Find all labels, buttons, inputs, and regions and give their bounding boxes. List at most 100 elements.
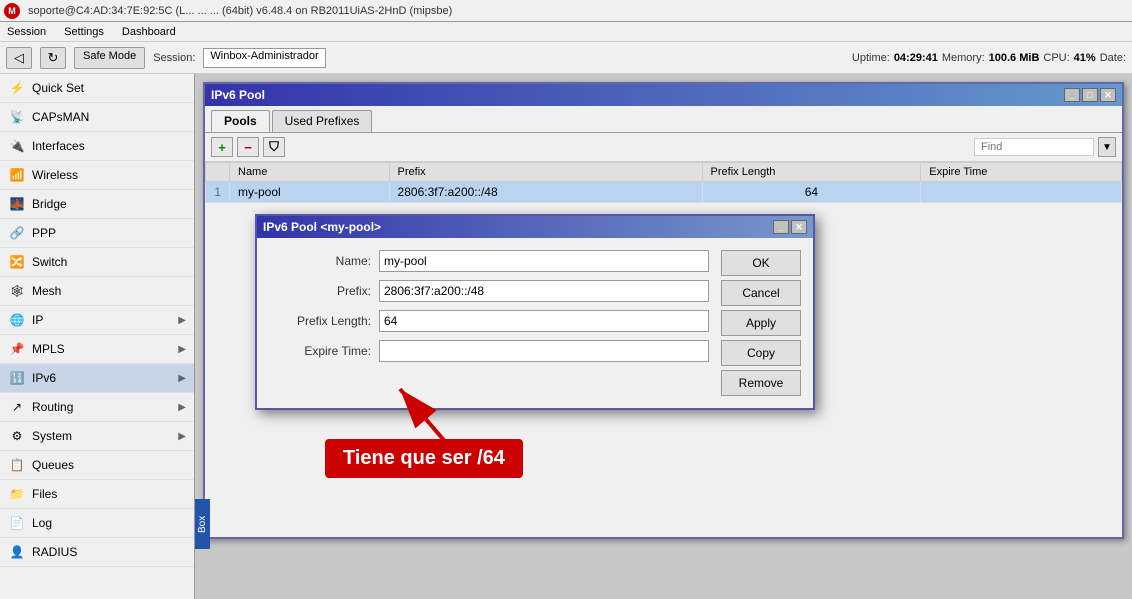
- uptime-label: Uptime:: [852, 52, 890, 64]
- content-area: IPv6 Pool _ □ ✕ Pools Used Prefixes + − …: [195, 74, 1132, 599]
- field-row-name: Name:: [269, 250, 709, 272]
- sidebar-item-label: Queues: [32, 458, 74, 472]
- menu-dashboard[interactable]: Dashboard: [119, 25, 179, 39]
- files-icon: 📁: [8, 485, 26, 503]
- mesh-icon: 🕸: [8, 282, 26, 300]
- menu-settings[interactable]: Settings: [61, 25, 107, 39]
- sidebar-item-ipv6[interactable]: 🔢 IPv6 ▶: [0, 364, 194, 393]
- session-label: Session:: [153, 52, 195, 64]
- prefix-length-label: Prefix Length:: [269, 314, 379, 328]
- mpls-arrow: ▶: [178, 344, 186, 355]
- back-button[interactable]: ◁: [6, 47, 32, 69]
- ok-button[interactable]: OK: [721, 250, 801, 276]
- sidebar-item-label: Switch: [32, 255, 67, 269]
- sidebar-item-label: IP: [32, 313, 43, 327]
- top-bar: M soporte@C4:AD:34:7E:92:5C (L... ... ..…: [0, 0, 1132, 22]
- field-row-prefix: Prefix:: [269, 280, 709, 302]
- radius-icon: 👤: [8, 543, 26, 561]
- mpls-icon: 📌: [8, 340, 26, 358]
- name-input[interactable]: [379, 250, 709, 272]
- capsman-icon: 📡: [8, 108, 26, 126]
- sidebar-item-label: System: [32, 429, 72, 443]
- app-logo: M: [4, 3, 20, 19]
- safe-mode-button[interactable]: Safe Mode: [74, 47, 145, 69]
- ipv6-dialog: IPv6 Pool <my-pool> _ ✕ Name: Prefix:: [255, 214, 815, 410]
- sidebar-item-label: CAPsMAN: [32, 110, 89, 124]
- sidebar-item-mpls[interactable]: 📌 MPLS ▶: [0, 335, 194, 364]
- queues-icon: 📋: [8, 456, 26, 474]
- routing-arrow: ▶: [178, 402, 186, 413]
- field-row-prefix-length: Prefix Length:: [269, 310, 709, 332]
- sidebar-item-bridge[interactable]: 🌉 Bridge: [0, 190, 194, 219]
- ipv6-arrow: ▶: [178, 373, 186, 384]
- sidebar-item-label: PPP: [32, 226, 56, 240]
- annotation-label: Tiene que ser /64: [325, 439, 523, 478]
- expire-time-input[interactable]: [379, 340, 709, 362]
- cpu-label: CPU:: [1043, 52, 1069, 64]
- bridge-icon: 🌉: [8, 195, 26, 213]
- sidebar-item-ip[interactable]: 🌐 IP ▶: [0, 306, 194, 335]
- toolbar: ◁ ↻ Safe Mode Session: Winbox-Administra…: [0, 42, 1132, 74]
- status-bar-right: Uptime: 04:29:41 Memory: 100.6 MiB CPU: …: [852, 52, 1126, 64]
- interfaces-icon: 🔌: [8, 137, 26, 155]
- dialog-title: IPv6 Pool <my-pool>: [263, 220, 381, 234]
- sidebar: ⚡ Quick Set 📡 CAPsMAN 🔌 Interfaces 📶 Wir…: [0, 74, 195, 599]
- sidebar-item-wireless[interactable]: 📶 Wireless: [0, 161, 194, 190]
- sidebar-item-label: Files: [32, 487, 57, 501]
- ip-icon: 🌐: [8, 311, 26, 329]
- sidebar-item-label: Wireless: [32, 168, 78, 182]
- session-value: Winbox-Administrador: [203, 48, 325, 68]
- dialog-body: Name: Prefix: Prefix Length: Expire: [257, 238, 813, 408]
- main-layout: ⚡ Quick Set 📡 CAPsMAN 🔌 Interfaces 📶 Wir…: [0, 74, 1132, 599]
- sidebar-item-label: Mesh: [32, 284, 61, 298]
- dialog-overlay: IPv6 Pool <my-pool> _ ✕ Name: Prefix:: [195, 74, 1132, 599]
- memory-value: 100.6 MiB: [989, 52, 1040, 64]
- dialog-fields: Name: Prefix: Prefix Length: Expire: [269, 250, 709, 396]
- name-label: Name:: [269, 254, 379, 268]
- sidebar-item-label: IPv6: [32, 371, 56, 385]
- wireless-icon: 📶: [8, 166, 26, 184]
- copy-button[interactable]: Copy: [721, 340, 801, 366]
- sidebar-item-label: Log: [32, 516, 52, 530]
- cancel-button[interactable]: Cancel: [721, 280, 801, 306]
- dialog-close-button[interactable]: ✕: [791, 220, 807, 234]
- dialog-window-controls: _ ✕: [773, 220, 807, 234]
- prefix-length-input[interactable]: [379, 310, 709, 332]
- sidebar-item-routing[interactable]: ↗ Routing ▶: [0, 393, 194, 422]
- switch-icon: 🔀: [8, 253, 26, 271]
- sidebar-item-switch[interactable]: 🔀 Switch: [0, 248, 194, 277]
- log-icon: 📄: [8, 514, 26, 532]
- ipv6-icon: 🔢: [8, 369, 26, 387]
- sidebar-item-radius[interactable]: 👤 RADIUS: [0, 538, 194, 567]
- sidebar-item-files[interactable]: 📁 Files: [0, 480, 194, 509]
- sidebar-item-label: Interfaces: [32, 139, 85, 153]
- prefix-input[interactable]: [379, 280, 709, 302]
- sidebar-item-label: Bridge: [32, 197, 67, 211]
- sidebar-item-interfaces[interactable]: 🔌 Interfaces: [0, 132, 194, 161]
- sidebar-item-log[interactable]: 📄 Log: [0, 509, 194, 538]
- refresh-button[interactable]: ↻: [40, 47, 66, 69]
- app-title: soporte@C4:AD:34:7E:92:5C (L... ... ... …: [28, 5, 452, 17]
- ppp-icon: 🔗: [8, 224, 26, 242]
- sidebar-item-label: MPLS: [32, 342, 65, 356]
- remove-button[interactable]: Remove: [721, 370, 801, 396]
- menu-bar: Session Settings Dashboard: [0, 22, 1132, 42]
- uptime-value: 04:29:41: [894, 52, 938, 64]
- sidebar-item-ppp[interactable]: 🔗 PPP: [0, 219, 194, 248]
- sidebar-item-quick-set[interactable]: ⚡ Quick Set: [0, 74, 194, 103]
- dialog-titlebar: IPv6 Pool <my-pool> _ ✕: [257, 216, 813, 238]
- cpu-value: 41%: [1074, 52, 1096, 64]
- sidebar-item-system[interactable]: ⚙ System ▶: [0, 422, 194, 451]
- sidebar-item-queues[interactable]: 📋 Queues: [0, 451, 194, 480]
- sidebar-item-label: Quick Set: [32, 81, 84, 95]
- prefix-label: Prefix:: [269, 284, 379, 298]
- ip-arrow: ▶: [178, 315, 186, 326]
- sidebar-item-capsman[interactable]: 📡 CAPsMAN: [0, 103, 194, 132]
- apply-button[interactable]: Apply: [721, 310, 801, 336]
- sidebar-item-label: Routing: [32, 400, 73, 414]
- sidebar-item-mesh[interactable]: 🕸 Mesh: [0, 277, 194, 306]
- dialog-minimize-button[interactable]: _: [773, 220, 789, 234]
- date-label: Date:: [1100, 52, 1126, 64]
- menu-session[interactable]: Session: [4, 25, 49, 39]
- field-row-expire-time: Expire Time:: [269, 340, 709, 362]
